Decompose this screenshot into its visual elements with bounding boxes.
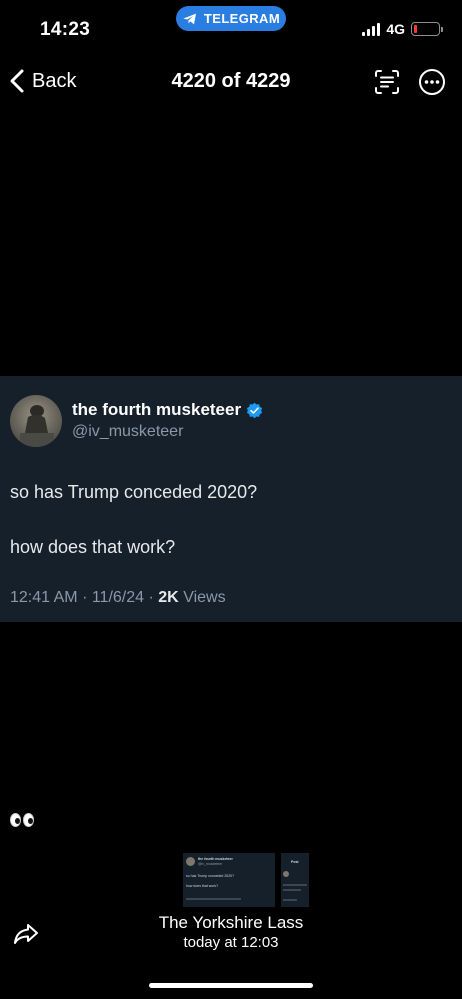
more-icon[interactable] (418, 68, 446, 96)
status-indicators: 4G (362, 21, 443, 37)
thumbnail-next-line (283, 884, 307, 886)
thumbnail-meta-line (186, 898, 241, 900)
thumbnail-next-line (283, 889, 301, 891)
meta-separator: · (82, 589, 92, 606)
tweet-text-line-2: how does that work? (10, 537, 176, 557)
meta-separator: · (148, 589, 159, 606)
thumbnail-line-1: so has Trump conceded 2020? (186, 874, 235, 878)
tweet-text-line-1: so has Trump conceded 2020? (10, 482, 258, 502)
home-indicator[interactable] (149, 983, 313, 988)
thumbnail-next[interactable]: Post (281, 853, 309, 907)
back-label: Back (32, 69, 77, 92)
status-time: 14:23 (40, 19, 91, 40)
cellular-signal-icon (362, 22, 381, 36)
telegram-icon (183, 13, 196, 24)
thumbnail-next-line (283, 899, 297, 901)
network-type: 4G (386, 21, 405, 37)
author-display-name: the fourth musketeer (72, 400, 242, 419)
eyes-emoji (10, 813, 34, 827)
thumbnail-current[interactable]: the fourth musketeer @iv_musketeer so ha… (183, 853, 275, 907)
tweet-meta: 12:41 AM · 11/6/24 · 2K Views (10, 589, 226, 607)
thumbnail-avatar (186, 857, 195, 866)
thumbnail-next-avatar (283, 871, 289, 877)
media-viewer: 14:23 TELEGRAM 4G Back 4220 of 4229 the … (0, 0, 462, 999)
navigation-bar: Back 4220 of 4229 (0, 60, 462, 104)
thumbnail-line-2: how does that work? (186, 884, 219, 888)
return-app-label: TELEGRAM (203, 11, 281, 26)
back-button[interactable]: Back (8, 68, 76, 94)
eye-right (23, 813, 34, 827)
author-name: the fourth musketeer (72, 400, 263, 420)
tweet-views-label: Views (183, 589, 226, 606)
chevron-left-icon (10, 69, 24, 93)
avatar (10, 395, 62, 447)
message-date: today at 12:03 (183, 934, 279, 951)
statue-avatar-image (20, 405, 54, 447)
eye-left (10, 813, 21, 827)
tweet-screenshot[interactable]: the fourth musketeer @iv_musketeer so ha… (0, 376, 462, 622)
thumbnail-name: the fourth musketeer (198, 857, 233, 861)
tweet-date: 11/6/24 (91, 589, 145, 606)
author-handle: @iv_musketeer (72, 423, 184, 440)
sender-name: The Yorkshire Lass (158, 913, 304, 932)
return-to-app-pill[interactable]: TELEGRAM (176, 6, 286, 31)
text-recognition-icon[interactable] (373, 68, 401, 96)
tweet-views-count: 2K (158, 589, 179, 606)
verified-badge-icon (247, 402, 263, 418)
battery-icon (411, 22, 443, 36)
thumbnail-next-title: Post (291, 860, 299, 864)
thumbnail-handle: @iv_musketeer (198, 862, 223, 866)
tweet-time: 12:41 AM (10, 589, 78, 606)
status-bar: 14:23 TELEGRAM 4G (0, 0, 462, 56)
